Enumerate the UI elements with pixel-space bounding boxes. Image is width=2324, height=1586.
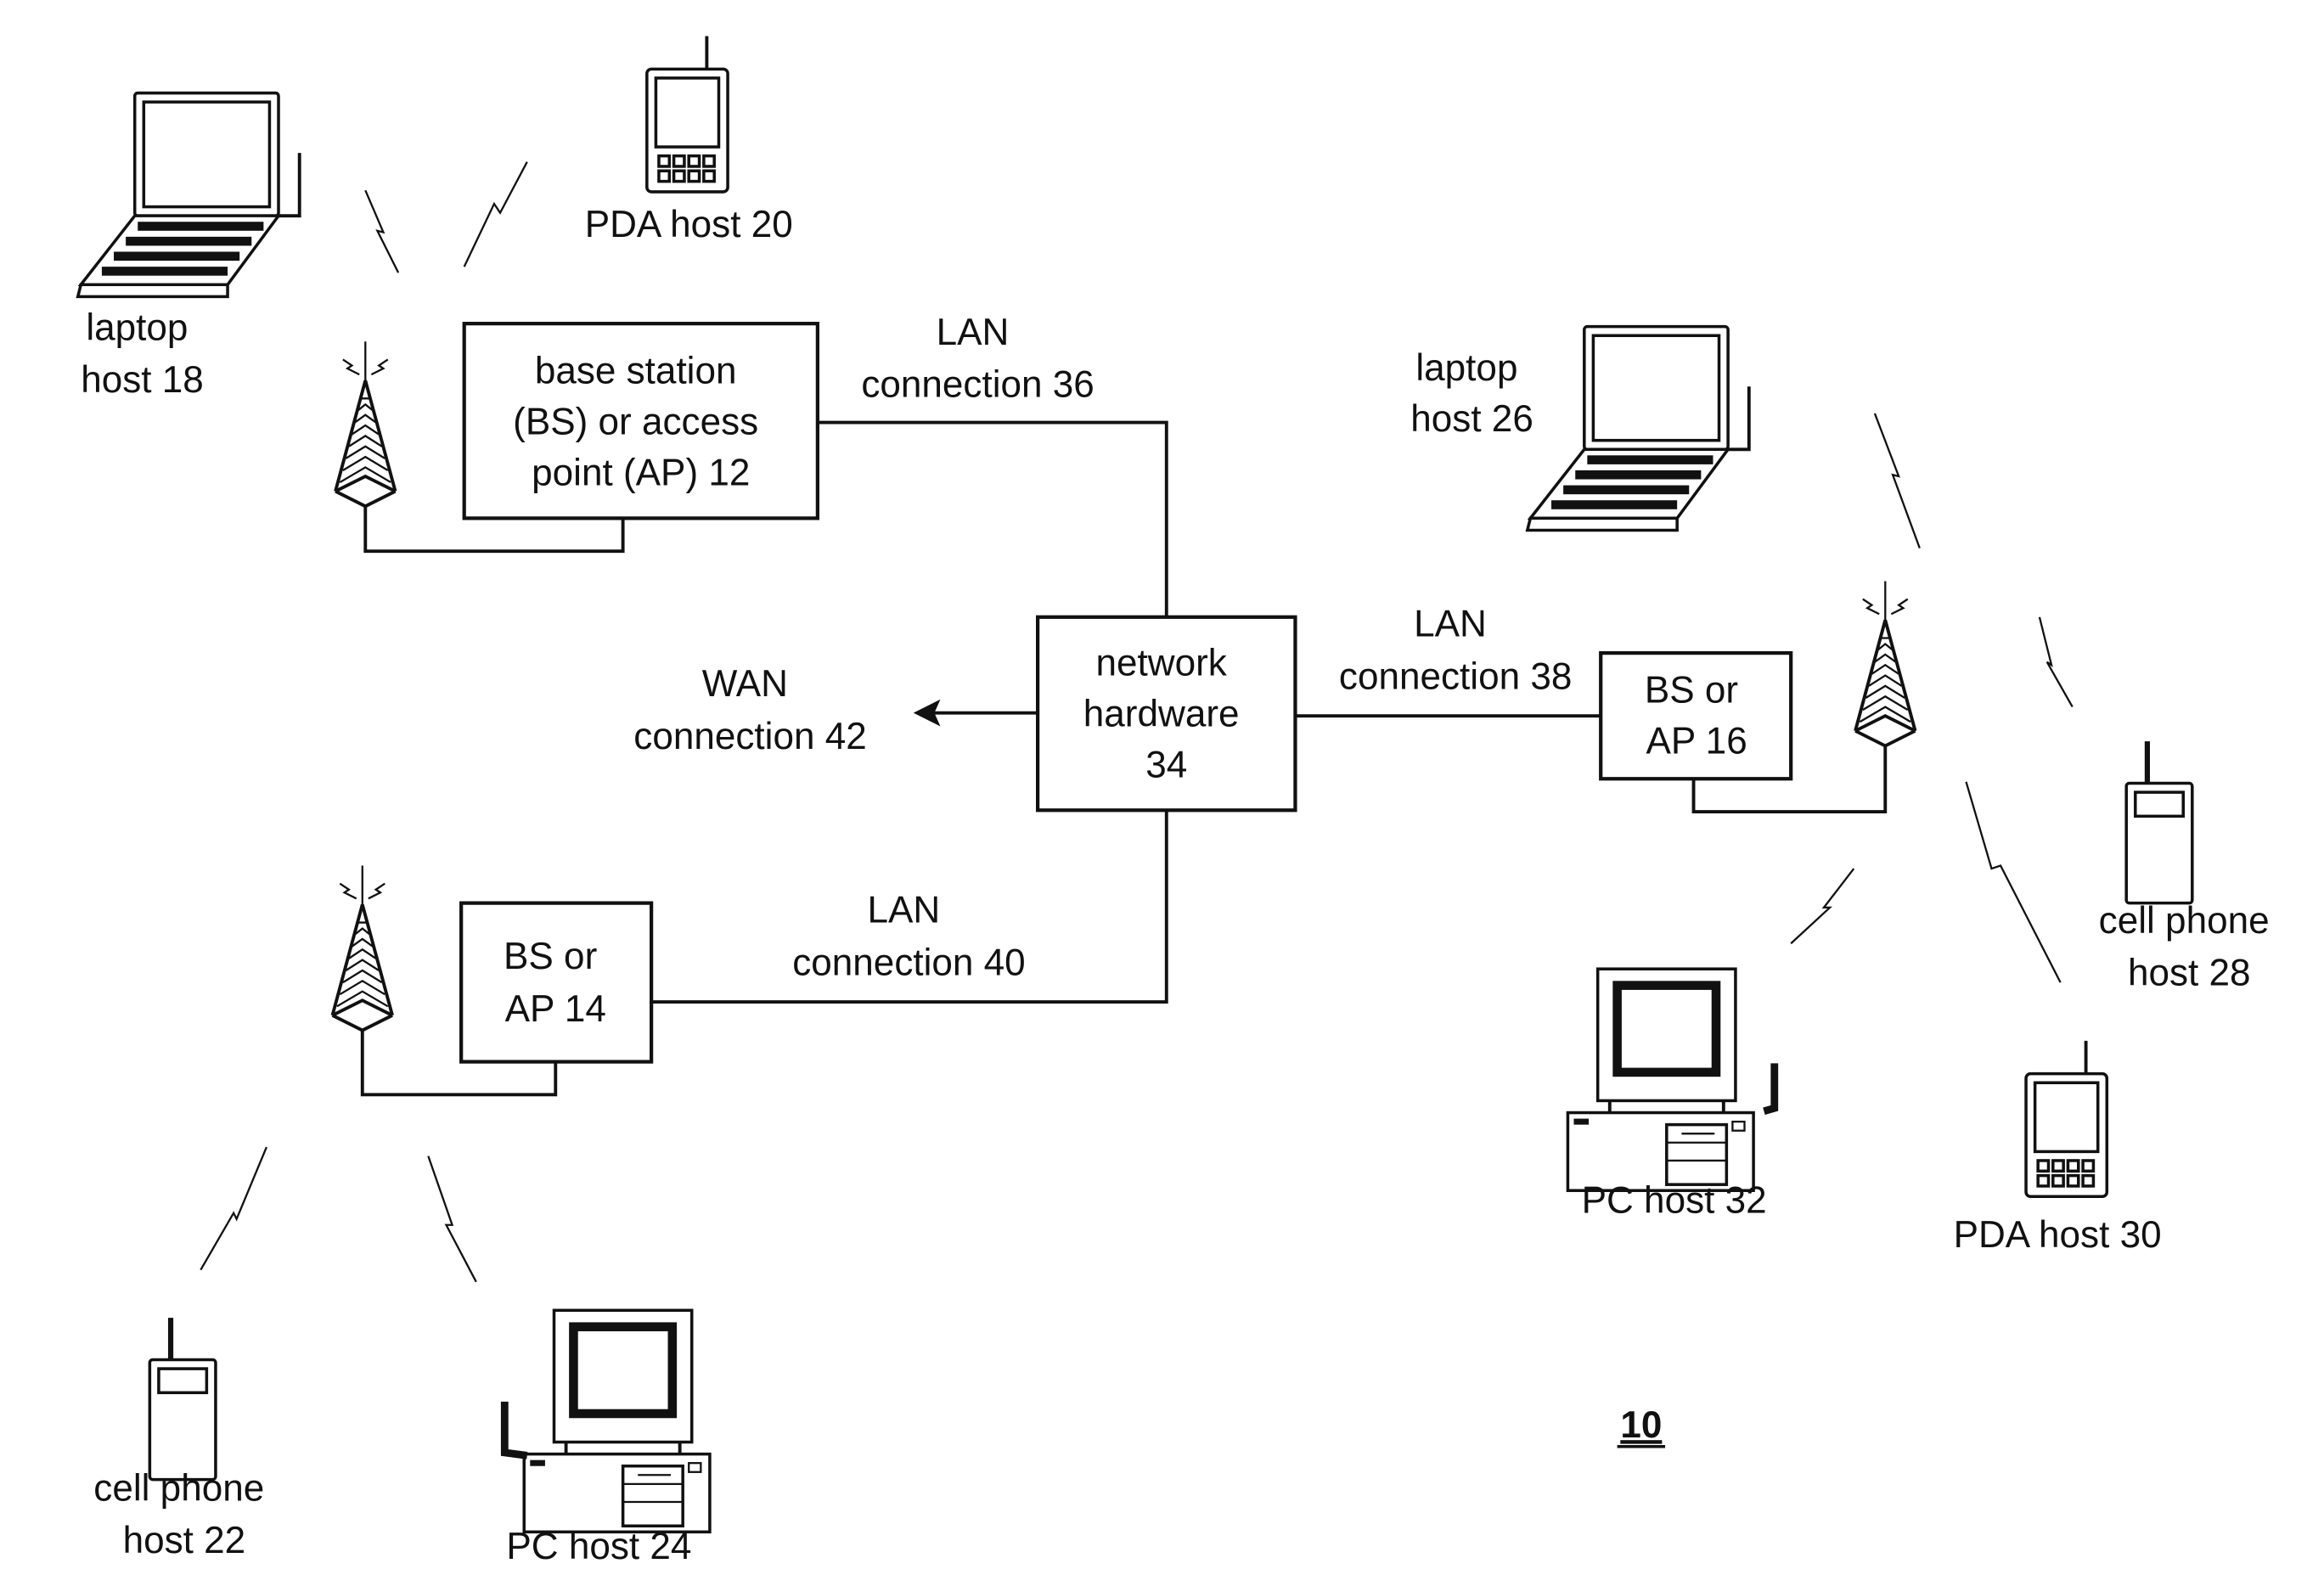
pc-host-24-icon: [522, 1308, 712, 1534]
pc-antenna-24-icon: [500, 1401, 528, 1459]
laptop-host-26-icon: [1525, 324, 1751, 532]
wireless-link-icon: [364, 189, 400, 273]
pc-antenna-32-icon: [1763, 1063, 1779, 1115]
wireless-link-icon: [463, 161, 528, 267]
pc-host-24-label: PC host 24: [506, 1526, 691, 1567]
cell-phone-host-22-label: cell phone host 22: [93, 1467, 274, 1561]
cell-phone-host-28-label: cell phone host 28: [2099, 900, 2280, 994]
wireless-link-icon: [1965, 781, 2062, 983]
cell-phone-host-28-icon: [2126, 741, 2192, 903]
lan-connection-40-label: LAN connection 40: [792, 890, 1025, 984]
wireless-link-icon: [1873, 413, 1921, 549]
wireless-network-diagram: base station (BS) or access point (AP) 1…: [76, 34, 2280, 1567]
pc-host-32-label: PC host 32: [1582, 1180, 1767, 1222]
tower-icon-16: [1854, 579, 1917, 748]
bs-ap-12-label: base station (BS) or access point (AP) 1…: [513, 351, 768, 494]
figure-number: 10: [1620, 1404, 1662, 1446]
lan-connection-36-label: LAN connection 36: [861, 312, 1094, 406]
lan-connection-38-label: LAN connection 38: [1339, 604, 1572, 698]
bs-ap-14-box: [459, 901, 654, 1064]
tower-icon-14: [330, 863, 394, 1032]
laptop-host-18-label: laptop host 18: [81, 307, 204, 402]
wireless-link-icon: [2038, 616, 2074, 708]
pda-host-20-icon: [644, 34, 730, 194]
wan-connection-42-label: WAN connection 42: [633, 663, 866, 757]
wireless-link-icon: [200, 1146, 267, 1271]
cell-phone-host-22-icon: [149, 1318, 216, 1479]
laptop-host-18-icon: [76, 91, 301, 299]
pda-host-20-label: PDA host 20: [585, 204, 793, 245]
pc-host-32-icon: [1566, 967, 1756, 1193]
laptop-host-26-label: laptop host 26: [1410, 347, 1533, 440]
tower-icon-12: [334, 340, 397, 509]
wireless-link-icon: [427, 1156, 477, 1283]
wireless-link-icon: [1790, 868, 1855, 945]
pda-host-30-label: PDA host 30: [1954, 1214, 2162, 1256]
lan-connection-36-line: [817, 420, 1168, 617]
pda-host-30-icon: [2024, 1038, 2109, 1199]
